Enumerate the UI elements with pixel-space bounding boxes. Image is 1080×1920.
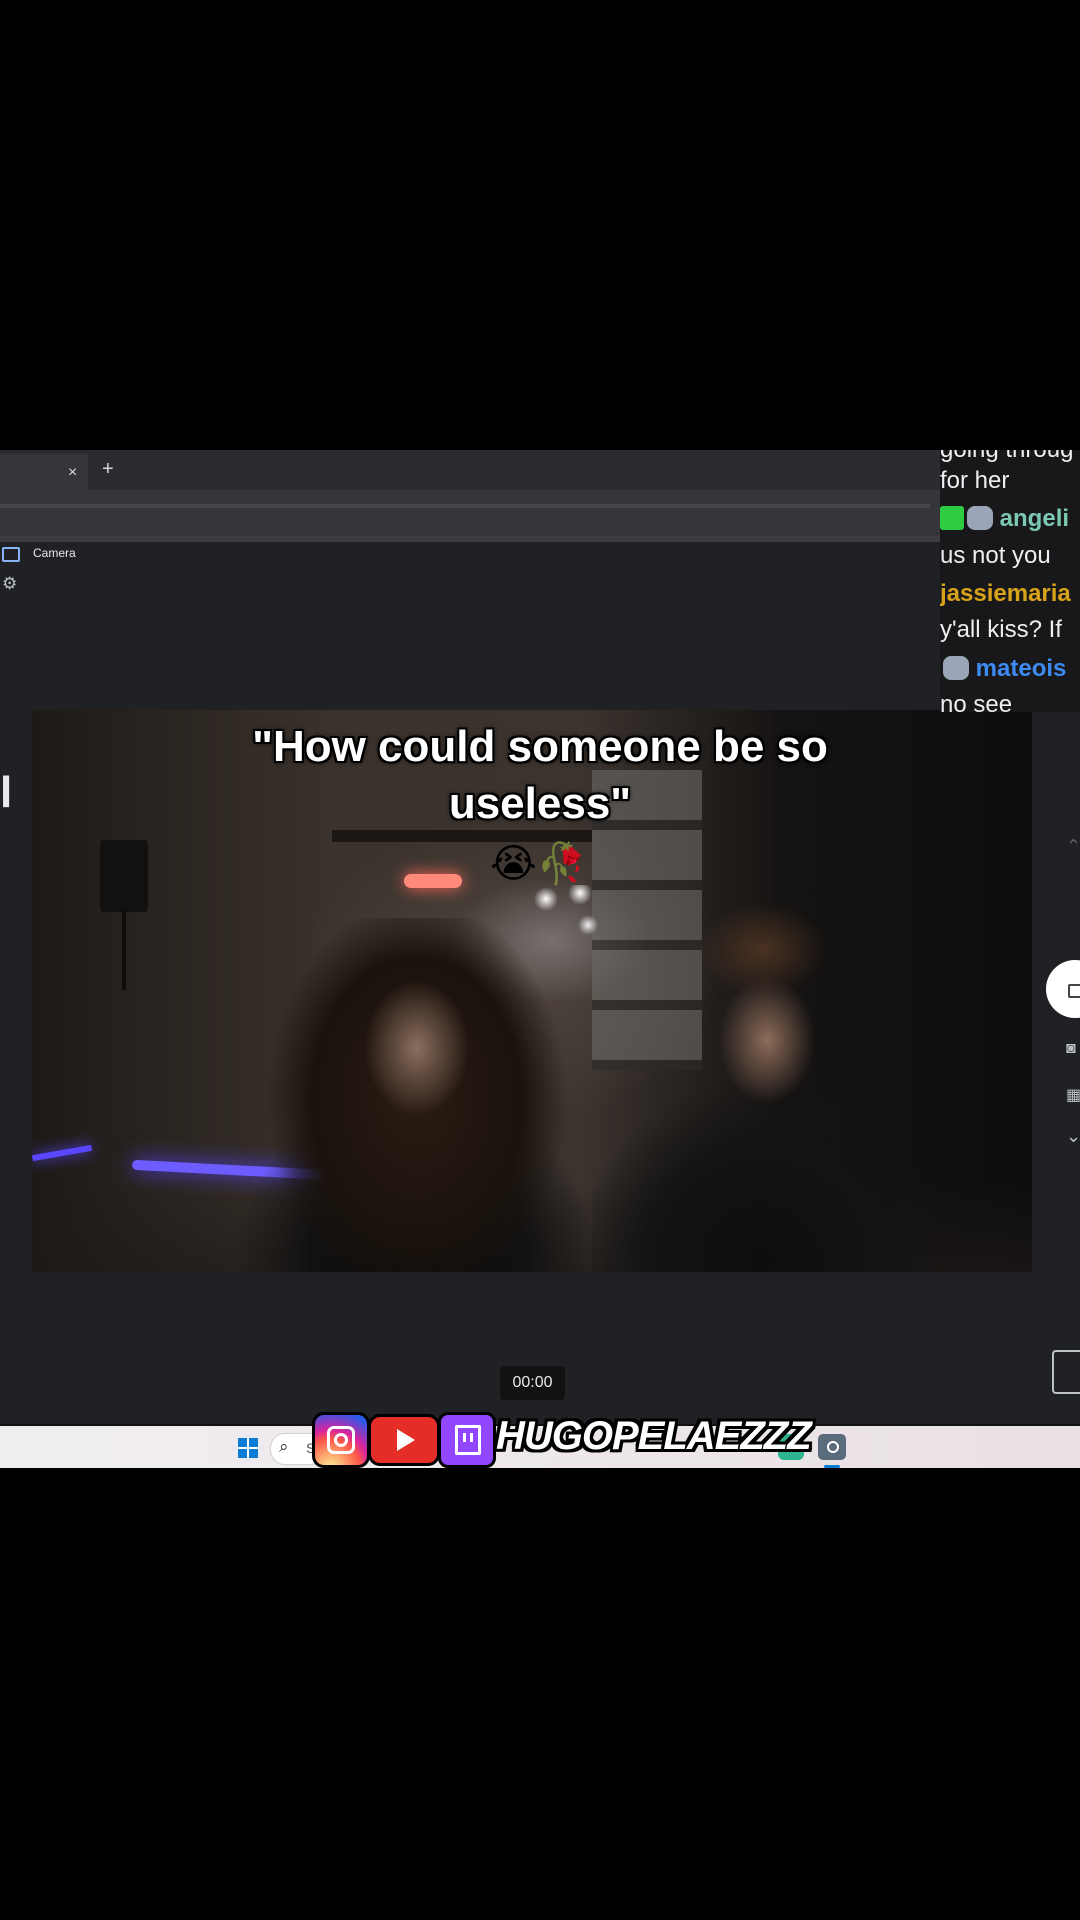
- caption-emoji: 😭🥀: [490, 841, 587, 887]
- chat-username: jassiemaria: [940, 580, 1071, 607]
- tripod-shape: [122, 910, 126, 990]
- streamer-handle: HUGOPELAEZZZ: [496, 1414, 812, 1458]
- twitch-icon: [438, 1412, 496, 1468]
- person-left: [237, 918, 597, 1272]
- camera-taskbar-icon[interactable]: [818, 1434, 846, 1460]
- video-caption: "How could someone be so useless": [252, 722, 828, 828]
- chevron-down-icon[interactable]: ⌄: [1066, 1126, 1080, 1147]
- chat-message-text: going throug: [940, 450, 1073, 464]
- windows-start-icon[interactable]: [238, 1438, 258, 1458]
- chat-message-text: us not you: [940, 542, 1051, 569]
- active-app-indicator: [824, 1465, 840, 1468]
- instagram-icon: [312, 1412, 370, 1468]
- recording-timer: 00:00: [500, 1366, 565, 1400]
- qr-scan-icon[interactable]: ▦: [1066, 1085, 1080, 1105]
- person-right: [592, 900, 932, 1272]
- neon-light-red: [404, 874, 462, 888]
- youtube-icon: [368, 1414, 440, 1466]
- chevron-up-icon[interactable]: ⌃: [1066, 836, 1080, 857]
- cat-badge-icon: [967, 506, 993, 530]
- left-edge-glyph: l: [0, 768, 13, 817]
- photo-mode-icon[interactable]: ◙: [1066, 1040, 1076, 1058]
- chat-message-header: angeli: [940, 505, 1069, 533]
- new-tab-button[interactable]: +: [102, 458, 114, 481]
- camera-app-title: Camera: [33, 546, 76, 560]
- chat-message-text: for her: [940, 467, 1010, 494]
- stream-chat-overlay: going throug for her angeli us not you j…: [940, 450, 1080, 712]
- settings-gear-icon[interactable]: ⚙: [2, 574, 17, 594]
- browser-toolbar: [0, 490, 940, 542]
- camera-app-icon: [2, 547, 20, 562]
- chat-message-text: y'all kiss? If: [940, 616, 1062, 643]
- address-bar[interactable]: [0, 504, 930, 508]
- search-icon: ⌕: [279, 1437, 289, 1456]
- speaker-shape: [100, 840, 148, 912]
- screen-recording: × + Camera ⚙ l "How could someone be so …: [0, 450, 1080, 1468]
- chat-message-header: jassiemaria: [940, 580, 1071, 608]
- tab-close-icon[interactable]: ×: [68, 464, 77, 482]
- browser-tab-strip: × +: [0, 450, 940, 490]
- sword-badge-icon: [940, 506, 964, 530]
- browser-tab[interactable]: ×: [0, 454, 88, 490]
- gallery-thumbnail[interactable]: [1052, 1350, 1080, 1394]
- chat-message-text: no see: [940, 691, 1013, 712]
- cat-badge-icon: [943, 656, 969, 680]
- video-mode-icon: [1068, 984, 1080, 998]
- neon-light-blue-left: [32, 1144, 93, 1162]
- chat-message-header: mateois: [940, 655, 1066, 683]
- chat-username: angeli: [999, 505, 1070, 532]
- chat-username: mateois: [975, 655, 1067, 682]
